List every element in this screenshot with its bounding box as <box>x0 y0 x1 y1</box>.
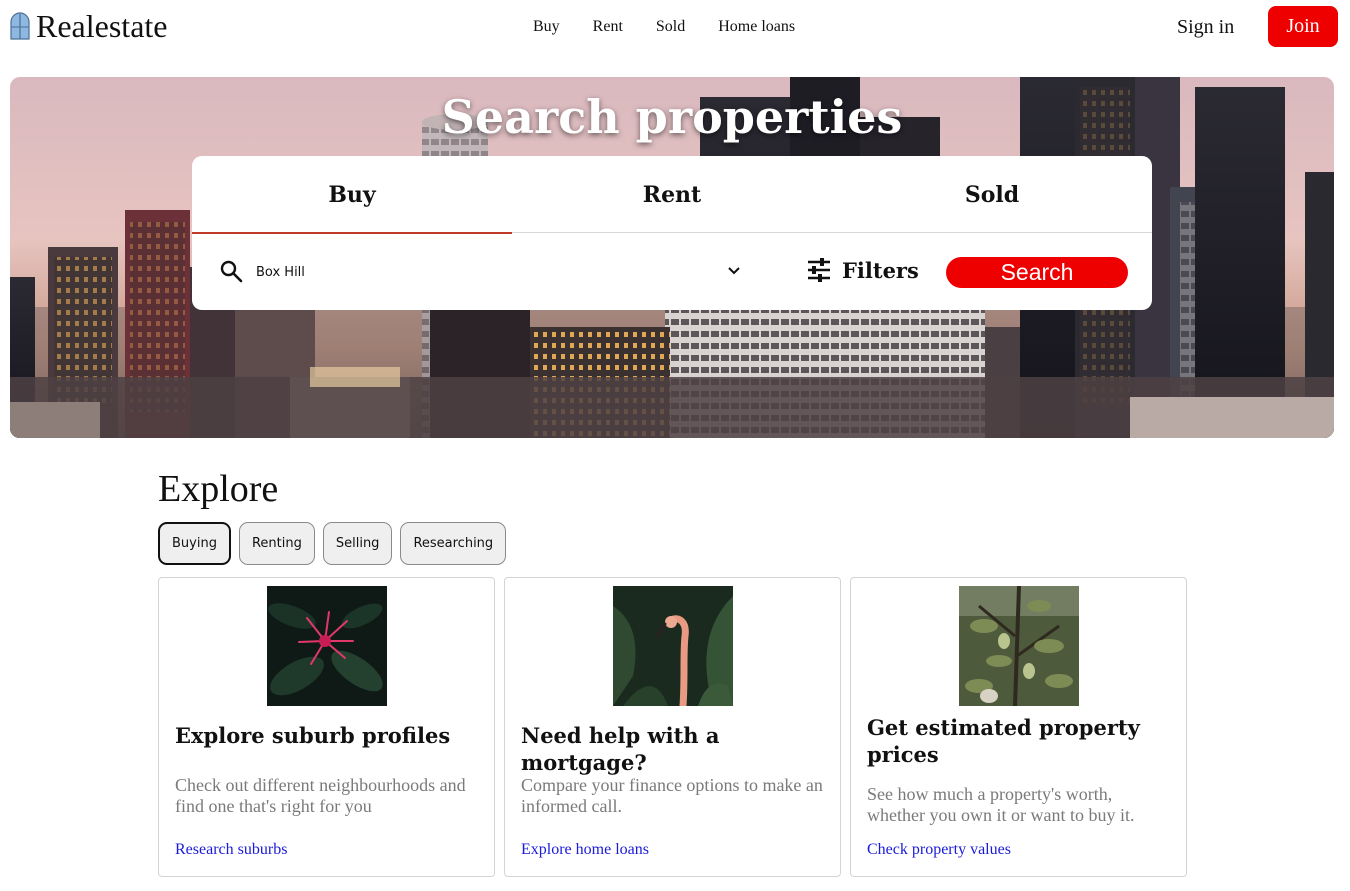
join-button[interactable]: Join <box>1268 6 1338 47</box>
logo[interactable]: Realestate <box>10 8 167 44</box>
card-title: Explore suburb profiles <box>175 723 451 748</box>
card-description: Compare your finance options to make an … <box>521 775 823 816</box>
card-image <box>959 586 1079 706</box>
card-suburb-profiles: Explore suburb profiles Check out differ… <box>158 577 495 877</box>
search-row: Filters Search <box>192 233 1152 310</box>
check-property-values-link[interactable]: Check property values <box>867 841 1011 859</box>
filters-button[interactable]: Filters <box>806 257 919 283</box>
chip-renting[interactable]: Renting <box>238 522 315 565</box>
sliders-icon <box>808 258 830 282</box>
hero-title: Search properties <box>441 90 903 144</box>
nav-home-loans[interactable]: Home loans <box>718 17 795 37</box>
house-window-icon <box>10 12 30 40</box>
explore-filter-chips: Buying Renting Selling Researching <box>158 522 507 565</box>
flamingo-image <box>613 586 733 706</box>
logo-text: Realestate <box>36 8 168 44</box>
card-description: Check out different neighbourhoods and f… <box>175 775 466 816</box>
nav-sold[interactable]: Sold <box>656 17 685 37</box>
card-mortgage-help: Need help with a mortgage? Compare your … <box>504 577 841 877</box>
tab-rent[interactable]: Rent <box>512 156 832 233</box>
explore-home-loans-link[interactable]: Explore home loans <box>521 841 649 859</box>
card-property-prices: Get estimated property prices See how mu… <box>850 577 1187 877</box>
explore-heading: Explore <box>158 468 279 510</box>
search-tabs: Buy Rent Sold <box>192 156 1152 234</box>
card-title: Get estimated property prices <box>867 715 1140 767</box>
main-nav: Buy Rent Sold Home loans <box>533 17 795 37</box>
card-image <box>267 586 387 706</box>
tab-buy[interactable]: Buy <box>192 156 512 234</box>
research-suburbs-link[interactable]: Research suburbs <box>175 841 287 859</box>
card-image <box>613 586 733 706</box>
pink-flower-image <box>267 586 387 706</box>
search-icon <box>220 260 243 283</box>
chevron-down-icon[interactable] <box>727 266 741 276</box>
fruit-tree-image <box>959 586 1079 706</box>
nav-rent[interactable]: Rent <box>593 17 623 37</box>
tab-sold[interactable]: Sold <box>832 156 1152 233</box>
site-header: Realestate Buy Rent Sold Home loans Sign… <box>0 0 1350 54</box>
location-search-input[interactable] <box>256 261 726 283</box>
card-description: See how much a property's worth, whether… <box>867 784 1135 825</box>
sign-in-link[interactable]: Sign in <box>1177 14 1234 40</box>
explore-cards: Explore suburb profiles Check out differ… <box>158 577 1187 877</box>
chip-selling[interactable]: Selling <box>322 522 393 565</box>
search-button[interactable]: Search <box>946 257 1128 288</box>
card-title: Need help with a mortgage? <box>521 723 720 775</box>
nav-buy[interactable]: Buy <box>533 17 560 37</box>
search-panel: Buy Rent Sold Filters Search <box>192 156 1152 310</box>
filters-label: Filters <box>842 257 919 283</box>
chip-buying[interactable]: Buying <box>158 522 231 565</box>
chip-researching[interactable]: Researching <box>400 522 507 565</box>
